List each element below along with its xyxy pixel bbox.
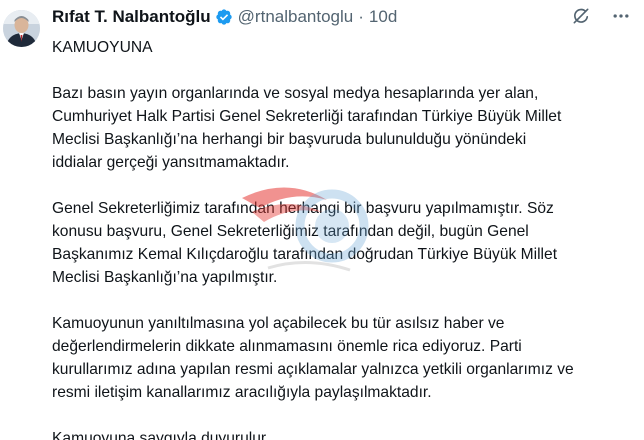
text-line: Genel Sekreterliğimiz tarafından herhang… bbox=[52, 200, 554, 217]
tweet-paragraph: Kamuoyuna saygıyla duyurulur. bbox=[52, 427, 636, 440]
text-line: Kamuoyunun yanıltılmasına yol açabilecek… bbox=[52, 315, 505, 332]
text-line: değerlendirmelerin dikkate alınmamasını … bbox=[52, 338, 522, 355]
text-line: iddialar gerçeği yansıtmamaktadır. bbox=[52, 154, 290, 171]
more-options-icon[interactable] bbox=[610, 5, 632, 27]
text-line: Meclisi Başkanlığı’na yapılmıştır. bbox=[52, 269, 278, 286]
tweet-header: Rıfat T. Nalbantoğlu @rtnalbantoglu · 10… bbox=[52, 6, 397, 28]
avatar-image bbox=[3, 10, 40, 47]
text-line: Başkanımız Kemal Kılıçdaroğlu tarafından… bbox=[52, 246, 558, 263]
tweet-text: KAMUOYUNA Bazı basın yayın organlarında … bbox=[52, 36, 636, 440]
verified-badge-icon bbox=[215, 8, 233, 26]
timestamp[interactable]: 10d bbox=[369, 7, 397, 27]
text-line: Cumhuriyet Halk Partisi Genel Sekreterli… bbox=[52, 108, 562, 125]
tweet-paragraph: Genel Sekreterliğimiz tarafından herhang… bbox=[52, 197, 636, 289]
text-line: Meclisi Başkanlığı’na herhangi bir başvu… bbox=[52, 131, 527, 148]
grok-icon[interactable] bbox=[570, 5, 592, 27]
tweet-heading: KAMUOYUNA bbox=[52, 39, 153, 56]
tweet-paragraph: Kamuoyunun yanıltılmasına yol açabilecek… bbox=[52, 312, 636, 404]
avatar[interactable] bbox=[3, 10, 40, 47]
author-name[interactable]: Rıfat T. Nalbantoğlu bbox=[52, 7, 211, 27]
author-handle[interactable]: @rtnalbantoglu bbox=[238, 7, 354, 27]
text-line: resmi iletişim kanallarımız aracılığıyla… bbox=[52, 384, 432, 401]
text-line: Kamuoyuna saygıyla duyurulur. bbox=[52, 430, 270, 440]
tweet-paragraph: Bazı basın yayın organlarında ve sosyal … bbox=[52, 82, 636, 174]
tweet-card[interactable]: Rıfat T. Nalbantoğlu @rtnalbantoglu · 10… bbox=[0, 0, 644, 440]
tweet-actions bbox=[570, 5, 632, 27]
text-line: kurullarımız adına yapılan resmi açıklam… bbox=[52, 361, 574, 378]
text-line: konusu başvuru, Genel Sekreterliğimiz ta… bbox=[52, 223, 529, 240]
text-line: Bazı basın yayın organlarında ve sosyal … bbox=[52, 85, 539, 102]
separator-dot: · bbox=[358, 7, 364, 26]
